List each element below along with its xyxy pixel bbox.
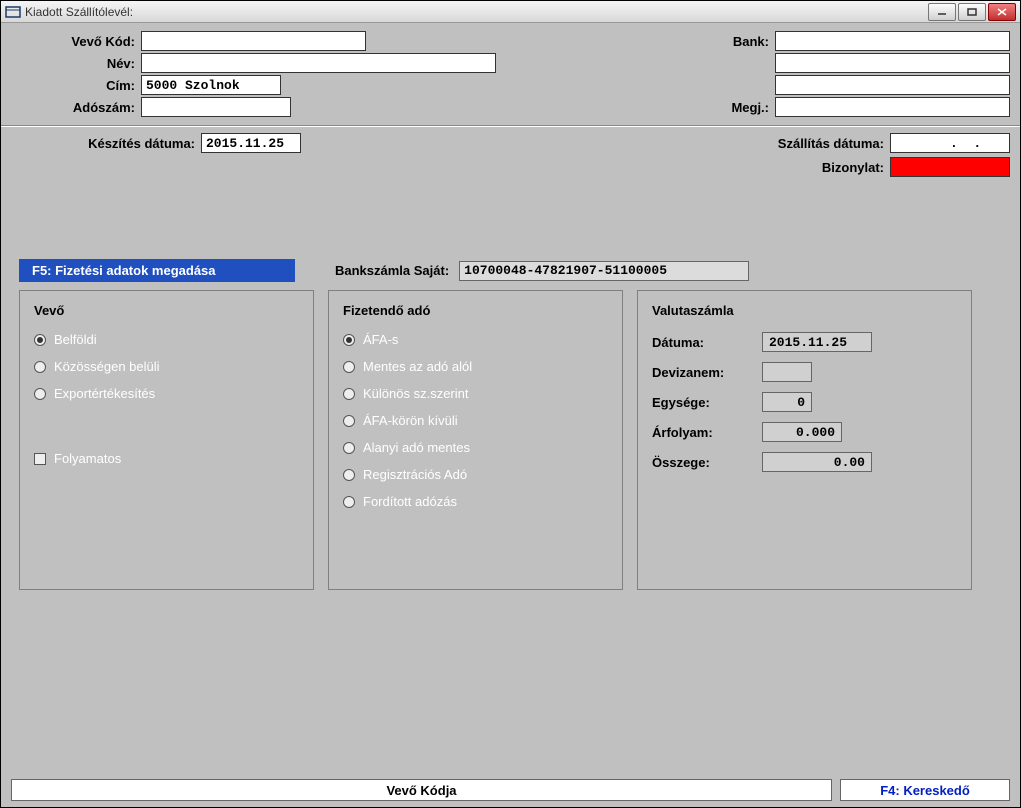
radio-kozossegen[interactable]: Közösségen belüli	[34, 359, 299, 374]
megj-field[interactable]	[775, 97, 1010, 117]
checkbox-label: Folyamatos	[54, 451, 121, 466]
radio-alanyi[interactable]: Alanyi adó mentes	[343, 440, 608, 455]
radio-icon	[343, 334, 355, 346]
cim-field[interactable]	[141, 75, 281, 95]
radio-icon	[343, 361, 355, 373]
date-row: Készítés dátuma: Szállítás dátuma:	[1, 129, 1020, 155]
app-window: Kiadott Szállítólevél: Vevő Kód: Bank:	[0, 0, 1021, 808]
bank-field-2[interactable]	[775, 53, 1010, 73]
minimize-button[interactable]	[928, 3, 956, 21]
radio-label: ÁFA-s	[363, 332, 398, 347]
radio-icon	[343, 496, 355, 508]
checkbox-folyamatos[interactable]: Folyamatos	[34, 451, 299, 466]
keszites-field[interactable]	[201, 133, 301, 153]
bank-account-row: Bankszámla Saját:	[335, 261, 749, 281]
bank-field-1[interactable]	[775, 31, 1010, 51]
radio-icon	[343, 442, 355, 454]
radio-forditott[interactable]: Fordított adózás	[343, 494, 608, 509]
label-keszites: Készítés dátuma:	[11, 136, 201, 151]
label-bankszamla: Bankszámla Saját:	[335, 263, 455, 278]
label-egysege: Egysége:	[652, 395, 762, 410]
radio-regisztracio[interactable]: Regisztrációs Adó	[343, 467, 608, 482]
radio-icon	[343, 469, 355, 481]
radio-afakoron[interactable]: ÁFA-körön kívüli	[343, 413, 608, 428]
radio-icon	[34, 388, 46, 400]
valuta-arfolyam-field[interactable]	[762, 422, 842, 442]
label-nev: Név:	[11, 56, 141, 71]
valuta-egysege-field[interactable]	[762, 392, 812, 412]
radio-label: Regisztrációs Adó	[363, 467, 467, 482]
panel-vevo: Vevő Belföldi Közösségen belüli Exportér…	[19, 290, 314, 590]
radio-label: Fordított adózás	[363, 494, 457, 509]
radio-icon	[34, 334, 46, 346]
panel-ado-title: Fizetendő adó	[343, 303, 608, 318]
szallitas-field[interactable]	[890, 133, 1010, 153]
radio-belfoldi[interactable]: Belföldi	[34, 332, 299, 347]
radio-label: Közösségen belüli	[54, 359, 160, 374]
panel-valuta-title: Valutaszámla	[652, 303, 957, 318]
radio-label: Exportértékesítés	[54, 386, 155, 401]
radio-label: Különös sz.szerint	[363, 386, 469, 401]
header-form: Vevő Kód: Bank: Név:	[1, 23, 1020, 123]
radio-mentes[interactable]: Mentes az adó alól	[343, 359, 608, 374]
panel-vevo-title: Vevő	[34, 303, 299, 318]
label-bizonylat: Bizonylat:	[740, 160, 890, 175]
radio-label: ÁFA-körön kívüli	[363, 413, 458, 428]
tab-f5-fizetesi[interactable]: F5: Fizetési adatok megadása	[19, 259, 295, 282]
valuta-osszege-field[interactable]	[762, 452, 872, 472]
label-vevo-kod: Vevő Kód:	[11, 34, 141, 49]
radio-afas[interactable]: ÁFA-s	[343, 332, 608, 347]
label-szallitas: Szállítás dátuma:	[740, 136, 890, 151]
nev-field[interactable]	[141, 53, 496, 73]
footer-f4-button[interactable]: F4: Kereskedő	[840, 779, 1010, 801]
titlebar: Kiadott Szállítólevél:	[1, 1, 1020, 23]
footer: Vevő Kódja F4: Kereskedő	[1, 779, 1020, 801]
radio-label: Mentes az adó alól	[363, 359, 472, 374]
radio-export[interactable]: Exportértékesítés	[34, 386, 299, 401]
label-devizanem: Devizanem:	[652, 365, 762, 380]
label-osszege: Összege:	[652, 455, 762, 470]
close-button[interactable]	[988, 3, 1016, 21]
radio-icon	[343, 388, 355, 400]
radio-icon	[343, 415, 355, 427]
label-cim: Cím:	[11, 78, 141, 93]
label-adoszam: Adószám:	[11, 100, 141, 115]
footer-vevo-kodja-button[interactable]: Vevő Kódja	[11, 779, 832, 801]
panel-valuta: Valutaszámla Dátuma: Devizanem: Egysége:	[637, 290, 972, 590]
maximize-button[interactable]	[958, 3, 986, 21]
radio-label: Belföldi	[54, 332, 97, 347]
app-icon	[5, 4, 21, 20]
tab-header: F5: Fizetési adatok megadása Bankszámla …	[19, 259, 1002, 282]
label-arfolyam: Árfolyam:	[652, 425, 762, 440]
label-datuma: Dátuma:	[652, 335, 762, 350]
panel-ado: Fizetendő adó ÁFA-s Mentes az adó alól K…	[328, 290, 623, 590]
radio-icon	[34, 361, 46, 373]
valuta-devizanem-field[interactable]	[762, 362, 812, 382]
radio-kulonos[interactable]: Különös sz.szerint	[343, 386, 608, 401]
label-megj: Megj.:	[655, 100, 775, 115]
bankszamla-field[interactable]	[459, 261, 749, 281]
divider	[1, 125, 1020, 127]
content-area: Vevő Kód: Bank: Név:	[1, 23, 1020, 807]
vevo-kod-field[interactable]	[141, 31, 366, 51]
window-title: Kiadott Szállítólevél:	[25, 5, 133, 19]
tab-area: F5: Fizetési adatok megadása Bankszámla …	[19, 259, 1002, 590]
valuta-datuma-field[interactable]	[762, 332, 872, 352]
bizonylat-field[interactable]	[890, 157, 1010, 177]
adoszam-field[interactable]	[141, 97, 291, 117]
radio-label: Alanyi adó mentes	[363, 440, 470, 455]
label-bank: Bank:	[655, 34, 775, 49]
panels: Vevő Belföldi Közösségen belüli Exportér…	[19, 290, 1002, 590]
bank-field-3[interactable]	[775, 75, 1010, 95]
checkbox-icon	[34, 453, 46, 465]
window-controls	[928, 3, 1016, 21]
